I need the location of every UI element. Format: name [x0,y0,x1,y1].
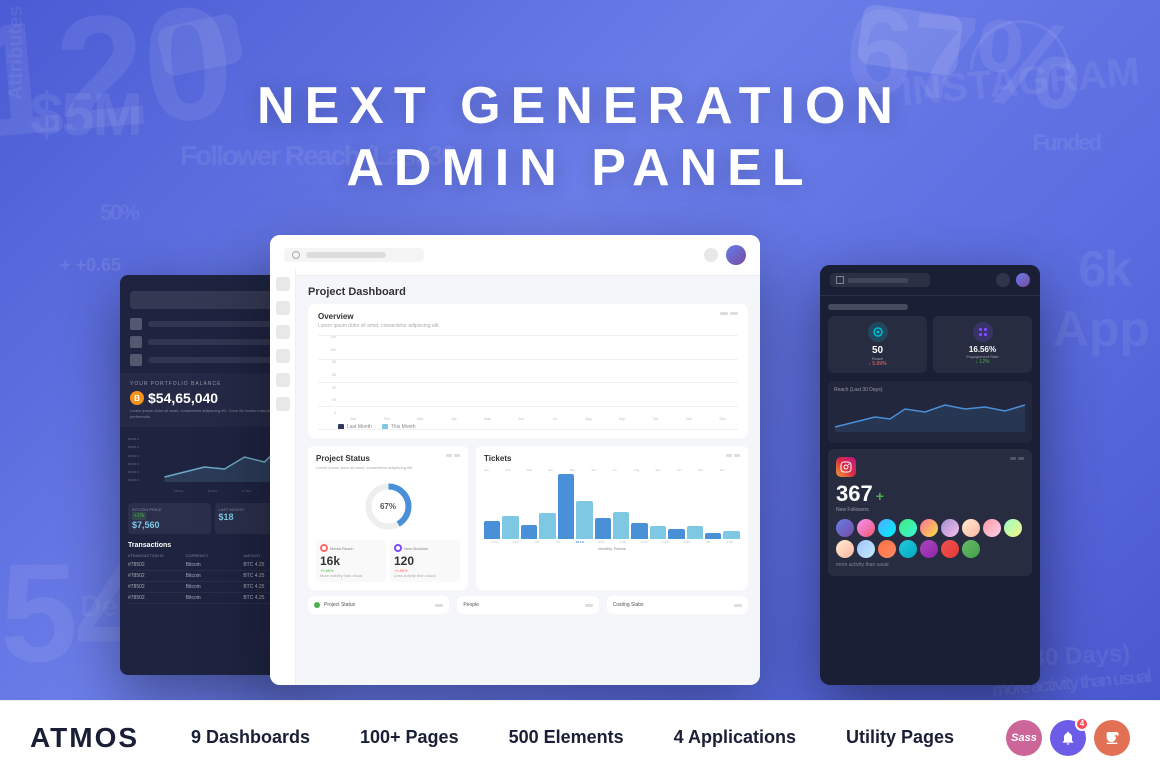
ig-followers: 367 [836,481,873,507]
avatar [941,519,959,537]
sass-icon: Sass [1006,720,1042,756]
footer-stat-utility: Utility Pages [846,727,954,748]
center-sidebar-strip [270,269,296,685]
dashboard-right: 50 Reach ↓ 5.69% 16.56% Engagement [820,265,1040,685]
right-avatar[interactable] [1016,273,1030,287]
page-title: Project Dashboard [308,286,748,298]
instagram-logo [836,457,856,477]
metrics-row: 50 Reach ↓ 5.69% 16.56% Engagement [828,316,1032,373]
right-section-title [828,304,1032,310]
sidebar-icon-6[interactable] [276,397,290,411]
bottom-grid: Project Status Lorem ipsum dolor sit ame… [308,446,748,590]
header-icons [704,245,746,265]
donut-chart: 67% [316,476,460,536]
right-notification-icon[interactable] [996,273,1010,287]
reach-metric: 50 Reach ↓ 5.69% [828,316,927,373]
project-status-desc: Lorem ipsum dolor sit amet, consectetur … [316,465,413,470]
avatar [941,540,959,558]
center-search[interactable] [284,248,424,262]
tickets-card: Tickets Jan Feb Mar Apr May Jun [476,446,748,590]
notification-icon[interactable] [704,248,718,262]
avatar [878,519,896,537]
hero-title: NEXT GENERATION ADMIN PANEL [0,75,1160,200]
avatar [920,519,938,537]
bitcoin-price-card: BITCOIN PRICE +1% $7,560 [128,503,211,534]
footer-stat-elements: 500 Elements [509,727,624,748]
footer-stat-pages: 100+ Pages [360,727,459,748]
followers-avatars [836,519,1024,558]
sidebar-icon-2[interactable] [276,301,290,315]
project-status-title: Project Status [316,454,413,463]
project-status-card: Project Status Lorem ipsum dolor sit ame… [308,446,468,590]
ig-label: New Followers [836,507,1024,513]
right-header-icons [996,273,1030,287]
instagram-card: 367 + New Followers [828,449,1032,576]
footer: ATMOS 9 Dashboards 100+ Pages 500 Elemen… [0,700,1160,774]
center-main-content: Project Dashboard Overview Lorem ipsum d… [296,276,760,624]
reach-chart-area: Reach (Last 30 Days) [828,381,1032,443]
portfolio-amount: $54,65,040 [148,390,218,406]
sidebar-icon-3[interactable] [276,325,290,339]
legend-last-month: Last Month [338,424,372,430]
avatar [1004,519,1022,537]
avatar [857,540,875,558]
legend-this-month: This Month [382,424,416,430]
notification-badge: 4 [1075,717,1089,731]
avatar [836,540,854,558]
avatar [983,519,1001,537]
avatar [836,519,854,537]
avatar[interactable] [726,245,746,265]
hero-title-line1: NEXT GENERATION [257,77,903,135]
coffee-icon [1094,720,1130,756]
tickets-title: Tickets [484,454,511,463]
hero-title-line2: ADMIN PANEL [346,139,813,197]
sidebar-icon-4[interactable] [276,349,290,363]
overview-chart: 0 20 40 60 80 100 120 [318,335,738,430]
center-dashboard-header [270,235,760,276]
sidebar-icon-5[interactable] [276,373,290,387]
avatar [962,540,980,558]
dashboard-preview-area: YOUR PORTFOLIO BALANCE B $54,65,040 Lore… [120,235,1040,700]
tickets-bar-chart [484,474,740,539]
brand-logo: ATMOS [30,722,139,754]
search-icon [292,251,300,259]
avatar [899,519,917,537]
footer-icons: Sass 4 [1006,720,1130,756]
right-content: 50 Reach ↓ 5.69% 16.56% Engagement [820,296,1040,590]
notification-bell-icon[interactable]: 4 [1050,720,1086,756]
search-placeholder [306,252,386,258]
footer-stat-applications: 4 Applications [674,727,796,748]
avatar [899,540,917,558]
ig-plus: + [876,488,884,504]
avatar [878,540,896,558]
dashboard-center: Project Dashboard Overview Lorem ipsum d… [270,235,760,685]
ig-note: more activity than usual. [836,562,1024,568]
engagement-metric: 16.56% Engagement Rate ↓ 12% [933,316,1032,373]
overview-title: Overview [318,312,440,321]
footer-stats: 9 Dashboards 100+ Pages 500 Elements 4 A… [191,727,954,748]
right-search[interactable] [830,273,930,287]
footer-stat-dashboards: 9 Dashboards [191,727,310,748]
avatar [920,540,938,558]
overview-section: Overview Lorem ipsum dolor sit amet, con… [308,304,748,438]
btc-icon: B [130,391,144,405]
avatar [857,519,875,537]
sidebar-icon-1[interactable] [276,277,290,291]
avatar [962,519,980,537]
right-dashboard-header [820,265,1040,296]
donut-percentage: 67% [380,502,396,511]
overview-desc: Lorem ipsum dolor sit amet, consectetur … [318,323,440,329]
